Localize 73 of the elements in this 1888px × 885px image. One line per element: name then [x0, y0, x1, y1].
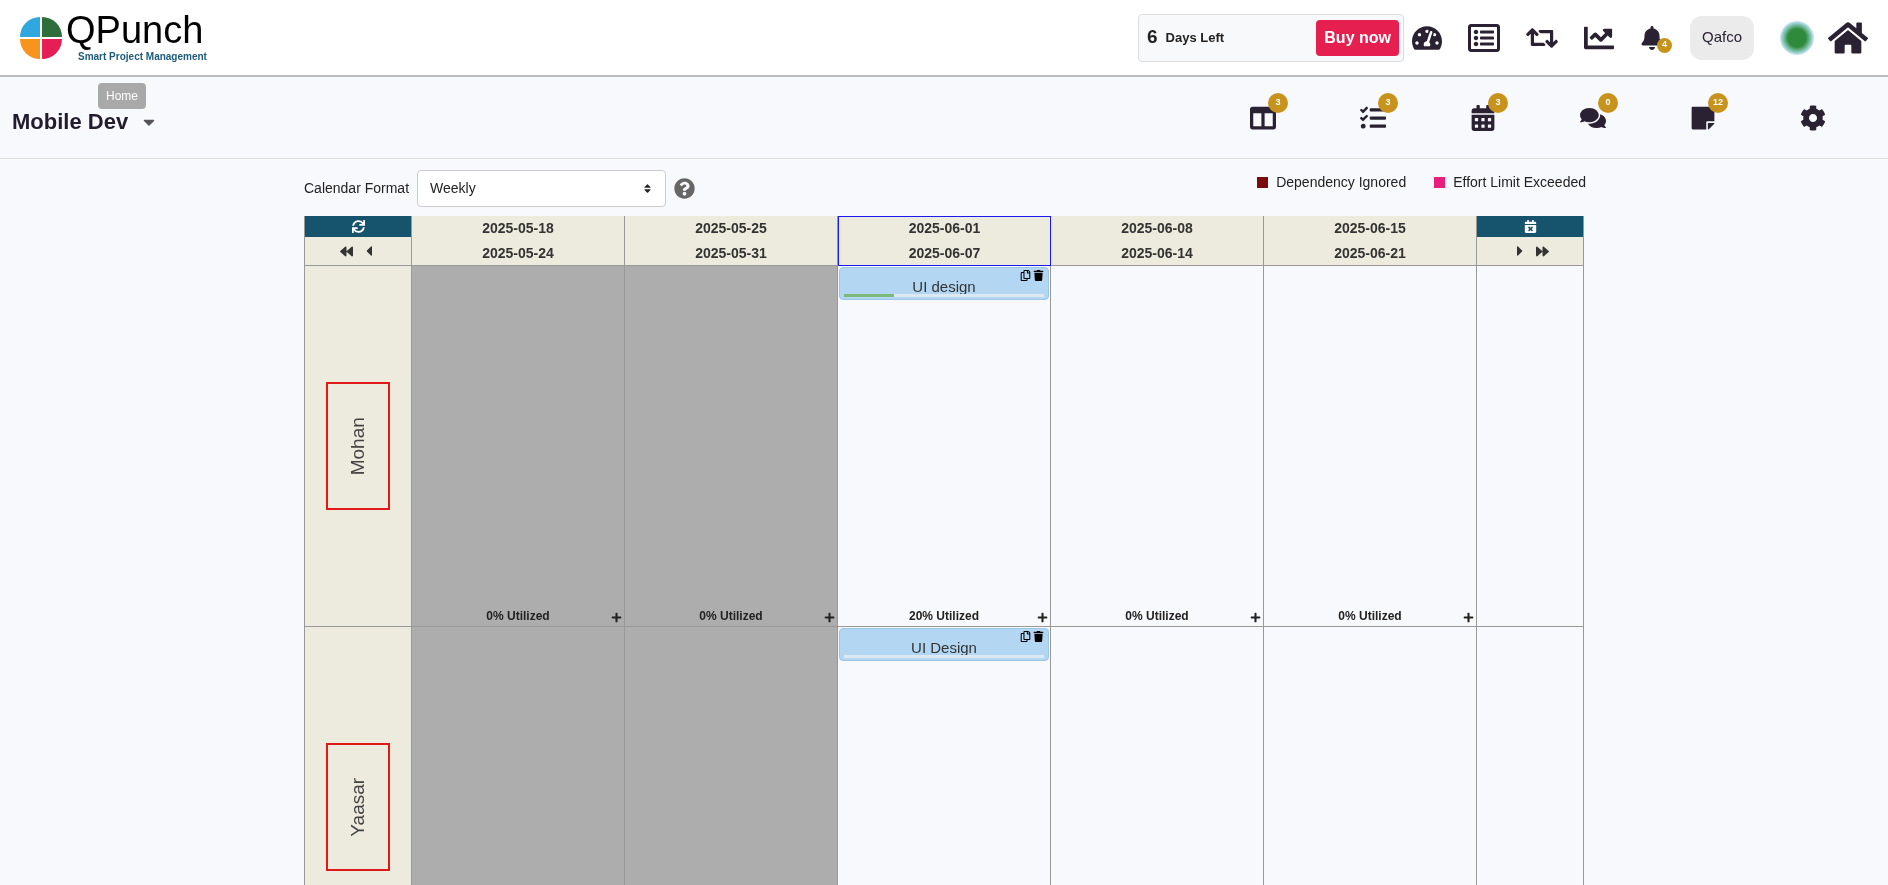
home-tooltip: Home — [98, 83, 146, 109]
buy-now-button[interactable]: Buy now — [1316, 19, 1399, 56]
utilization-label: 0% Utilized — [1338, 608, 1402, 625]
fast-forward-icon[interactable] — [1535, 244, 1549, 258]
week-start: 2025-06-08 — [1121, 218, 1193, 238]
week-cell[interactable]: UI Design — [838, 627, 1051, 885]
week-start: 2025-05-18 — [482, 218, 554, 238]
task-title: UI design — [912, 279, 976, 295]
copy-icon[interactable] — [1020, 631, 1031, 642]
legend-label: Dependency Ignored — [1276, 172, 1407, 192]
resource-name: Mohan — [345, 416, 369, 476]
legend-label: Effort Limit Exceeded — [1453, 172, 1586, 192]
days-count: 6 — [1146, 25, 1158, 50]
calendar-icon[interactable] — [1470, 104, 1496, 131]
week-end: 2025-05-24 — [482, 243, 554, 263]
week-end: 2025-05-31 — [695, 243, 767, 263]
rewind-icon[interactable] — [339, 244, 353, 258]
calendar-icon[interactable] — [1523, 220, 1537, 233]
utilization-label: 20% Utilized — [909, 608, 979, 625]
week-header[interactable]: 2025-06-15 2025-06-21 — [1264, 216, 1477, 266]
week-cell[interactable]: 0% Utilized — [412, 266, 625, 627]
count-badge: 12 — [1708, 92, 1728, 113]
logo-tagline: Smart Project Management — [78, 51, 207, 64]
company-button[interactable]: Qafco — [1689, 15, 1754, 60]
copy-icon[interactable] — [1020, 270, 1031, 281]
format-select[interactable]: Weekly — [417, 169, 667, 207]
trash-icon[interactable] — [1033, 270, 1044, 281]
count-badge: 0 — [1598, 92, 1618, 113]
task-title: UI Design — [911, 640, 977, 656]
week-end: 2025-06-21 — [1334, 243, 1406, 263]
project-title: Mobile Dev — [12, 108, 129, 136]
week-start: 2025-06-01 — [908, 219, 981, 238]
days-label: Days Left — [1165, 28, 1225, 47]
company-avatar[interactable] — [1780, 20, 1814, 55]
week-start: 2025-05-25 — [695, 218, 767, 238]
week-cell[interactable]: 0% Utilized — [1051, 266, 1264, 627]
sort-icon — [642, 182, 654, 194]
resource-name: Yaasar — [345, 777, 369, 837]
task-card[interactable]: UI design — [839, 267, 1049, 300]
add-icon[interactable] — [1037, 612, 1048, 623]
add-icon[interactable] — [1250, 612, 1261, 623]
add-icon[interactable] — [824, 612, 835, 623]
count-badge: 3 — [1378, 92, 1398, 113]
week-start: 2025-06-15 — [1334, 218, 1406, 238]
task-card[interactable]: UI Design — [839, 628, 1049, 661]
week-header[interactable]: 2025-05-25 2025-05-31 — [625, 216, 838, 266]
week-header[interactable]: 2025-05-18 2025-05-24 — [412, 216, 625, 266]
format-label: Calendar Format — [304, 178, 410, 198]
utilization-label: 0% Utilized — [1125, 608, 1189, 625]
settings-icon[interactable] — [1800, 104, 1826, 131]
week-cell[interactable]: 0% Utilized — [1264, 266, 1477, 627]
add-icon[interactable] — [611, 612, 622, 623]
bars-icon[interactable] — [1360, 104, 1386, 131]
week-end: 2025-06-14 — [1121, 243, 1193, 263]
help-icon[interactable] — [674, 177, 696, 199]
list-icon[interactable] — [1467, 21, 1500, 54]
week-header[interactable]: 2025-06-08 2025-06-14 — [1051, 216, 1264, 266]
week-cell[interactable] — [412, 627, 625, 885]
week-end: 2025-06-07 — [908, 244, 981, 263]
note-icon[interactable] — [1690, 104, 1716, 131]
trash-icon[interactable] — [1033, 631, 1044, 642]
count-badge: 3 — [1268, 92, 1288, 113]
add-icon[interactable] — [1463, 612, 1474, 623]
logo-icon — [20, 16, 62, 59]
week-header[interactable]: 2025-06-01 2025-06-07 — [838, 216, 1051, 266]
week-cell[interactable] — [625, 627, 838, 885]
count-badge: 3 — [1488, 92, 1508, 113]
week-cell[interactable]: UI design 20% Utilized — [838, 266, 1051, 627]
board-icon[interactable] — [1250, 104, 1276, 131]
refresh-icon[interactable] — [351, 220, 365, 233]
week-cell[interactable]: 0% Utilized — [625, 266, 838, 627]
utilization-label: 0% Utilized — [486, 608, 550, 625]
utilization-label: 0% Utilized — [699, 608, 763, 625]
